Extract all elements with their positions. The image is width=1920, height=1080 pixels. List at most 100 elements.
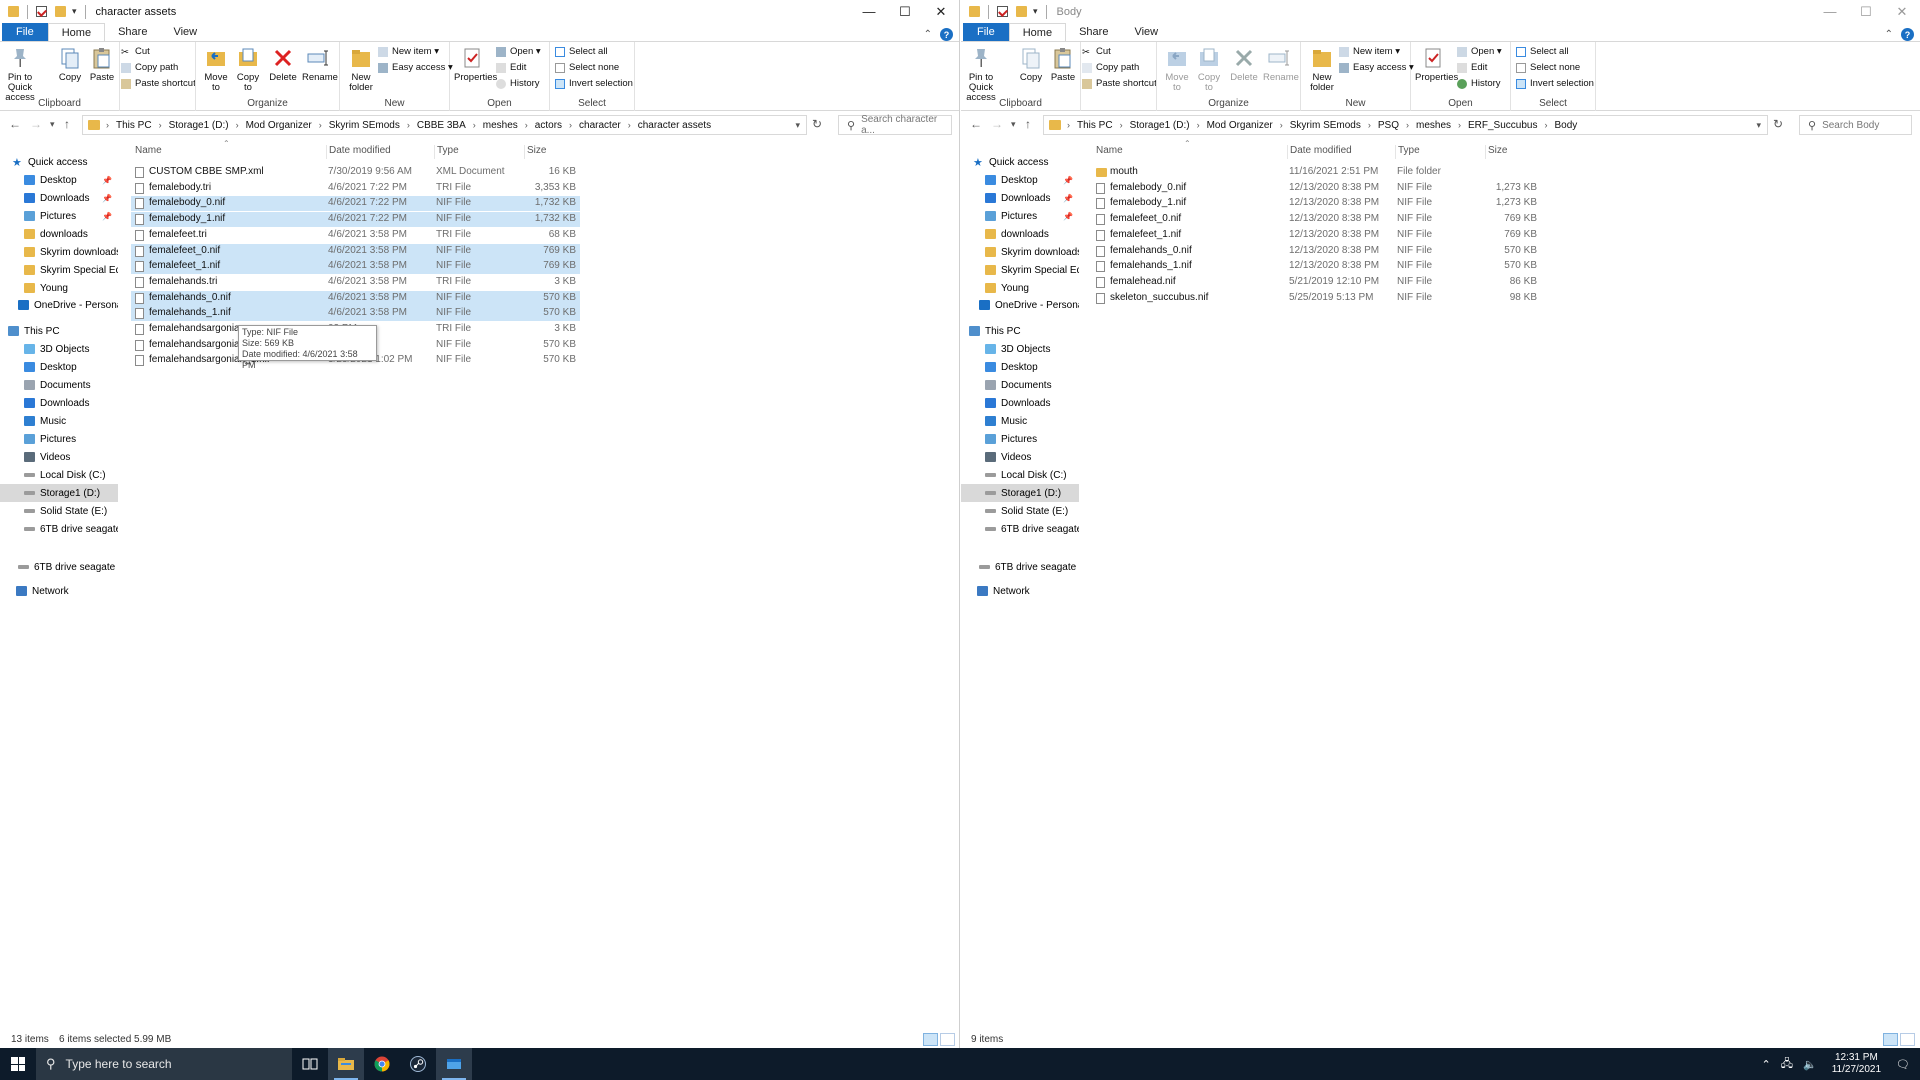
nav-item[interactable]: Downloads 📌	[0, 189, 118, 207]
title-bar[interactable]: ▾ Body — ☐ ✕	[961, 0, 1920, 23]
copy-to-button[interactable]: Copy to	[234, 46, 262, 93]
paste-button[interactable]: Paste	[88, 46, 116, 83]
breadcrumb-item[interactable]: ERF_Succubus	[1468, 120, 1537, 131]
nav-onedrive[interactable]: OneDrive - Personal	[961, 296, 1079, 314]
easy-access-button[interactable]: Easy access ▾	[378, 62, 453, 73]
nav-pc-item[interactable]: Pictures	[961, 430, 1079, 448]
breadcrumb-item[interactable]: Mod Organizer	[246, 120, 312, 131]
breadcrumb-item[interactable]: character assets	[638, 120, 711, 131]
breadcrumb-item[interactable]: PSQ	[1378, 120, 1399, 131]
file-list[interactable]: Name Date modified Type Size ⌃ mouth 11/1…	[1092, 139, 1920, 1025]
file-row[interactable]: femalebody_1.nif 12/13/2020 8:38 PM NIF Fi…	[1092, 196, 1541, 211]
nav-pc-item[interactable]: Desktop	[0, 358, 118, 376]
new-folder-button[interactable]: New folder	[1307, 46, 1337, 93]
collapse-ribbon-icon[interactable]: ⌃	[924, 29, 932, 40]
breadcrumb-item[interactable]: Storage1 (D:)	[1130, 120, 1190, 131]
chevron-up-icon[interactable]: ⌃	[1762, 1058, 1771, 1071]
address-bar[interactable]: › This PC › Storage1 (D:) › Mod Organizer ›…	[82, 115, 807, 135]
nav-drive-y[interactable]: 6TB drive seagate (Y:)	[0, 558, 118, 576]
tab-file[interactable]: File	[2, 23, 48, 41]
nav-this-pc[interactable]: This PC	[0, 322, 118, 340]
file-row[interactable]: skeleton_succubus.nif 5/25/2019 5:13 PM NI…	[1092, 291, 1541, 306]
file-row[interactable]: CUSTOM CBBE SMP.xml 7/30/2019 9:56 AM XML …	[131, 165, 580, 180]
column-type[interactable]: Type	[1395, 145, 1420, 159]
nav-item[interactable]: Pictures 📌	[0, 207, 118, 225]
breadcrumb-item[interactable]: This PC	[116, 120, 152, 131]
breadcrumb-item[interactable]: Body	[1554, 120, 1577, 131]
new-folder-quick-icon[interactable]	[55, 6, 66, 17]
collapse-ribbon-icon[interactable]: ⌃	[1885, 29, 1893, 40]
file-row[interactable]: femalebody.tri 4/6/2021 7:22 PM TRI File 3,…	[131, 181, 580, 196]
nav-pc-item[interactable]: Downloads	[961, 394, 1079, 412]
start-button[interactable]	[0, 1048, 36, 1080]
paste-shortcut-button[interactable]: Paste shortcut	[121, 78, 196, 89]
back-icon[interactable]: ←	[9, 117, 21, 131]
history-button[interactable]: History	[496, 78, 540, 89]
copy-path-button[interactable]: Copy path	[121, 62, 178, 73]
file-row[interactable]: femalehands_1.nif 12/13/2020 8:38 PM NIF F…	[1092, 259, 1541, 274]
taskbar-search-input[interactable]: ⚲ Type here to search	[36, 1048, 292, 1080]
close-button[interactable]: ✕	[923, 0, 959, 23]
file-row[interactable]: femalehands.tri 4/6/2021 3:58 PM TRI File 3…	[131, 275, 580, 290]
paste-button[interactable]: Paste	[1049, 46, 1077, 83]
chevron-down-icon[interactable]: ▾	[795, 120, 800, 131]
minimize-button[interactable]: —	[851, 0, 887, 23]
file-explorer-taskbar-button[interactable]	[328, 1048, 364, 1080]
file-row[interactable]: femalebody_0.nif 12/13/2020 8:38 PM NIF Fi…	[1092, 181, 1541, 196]
cut-button[interactable]: ✂ Cut	[1082, 46, 1111, 58]
properties-quick-icon[interactable]	[997, 6, 1008, 17]
pin-to-quick-access-button[interactable]: Pin to Quick access	[4, 46, 36, 103]
chevron-down-icon[interactable]: ▾	[1756, 120, 1761, 131]
forward-icon[interactable]: →	[30, 117, 42, 131]
paste-shortcut-button[interactable]: Paste shortcut	[1082, 78, 1157, 89]
tab-home[interactable]: Home	[1008, 23, 1067, 41]
search-input[interactable]: ⚲ Search character a...	[838, 114, 952, 136]
navigation-pane[interactable]: ★ Quick access Desktop 📌 Downloads 📌 Pictures 📌…	[961, 150, 1081, 1030]
help-icon[interactable]: ?	[1901, 28, 1914, 41]
navigation-pane[interactable]: ★ Quick access Desktop 📌 Downloads 📌 Pictures 📌…	[0, 150, 120, 1030]
nav-pc-item[interactable]: Solid State (E:)	[0, 502, 118, 520]
cut-button[interactable]: ✂ Cut	[121, 46, 150, 58]
tab-view[interactable]: View	[160, 23, 210, 41]
nav-item[interactable]: Desktop 📌	[961, 171, 1079, 189]
customize-toolbar-icon[interactable]: ▾	[1033, 6, 1038, 17]
breadcrumb-item[interactable]: meshes	[483, 120, 518, 131]
copy-button[interactable]: Copy	[56, 46, 84, 83]
file-row[interactable]: femalefeet_1.nif 12/13/2020 8:38 PM NIF Fi…	[1092, 228, 1541, 243]
nav-pc-item[interactable]: Local Disk (C:)	[0, 466, 118, 484]
select-all-button[interactable]: Select all	[555, 46, 608, 57]
file-row[interactable]: femalefeet_1.nif 4/6/2021 3:58 PM NIF File…	[131, 259, 580, 275]
nav-pc-item[interactable]: Solid State (E:)	[961, 502, 1079, 520]
help-icon[interactable]: ?	[940, 28, 953, 41]
new-folder-quick-icon[interactable]	[1016, 6, 1027, 17]
nav-pc-item[interactable]: Desktop	[961, 358, 1079, 376]
address-bar[interactable]: › This PC › Storage1 (D:) › Mod Organizer ›…	[1043, 115, 1768, 135]
nav-item[interactable]: Young	[961, 279, 1079, 297]
tab-share[interactable]: Share	[105, 23, 160, 41]
title-bar[interactable]: ▾ character assets — ☐ ✕	[0, 0, 959, 23]
nav-item[interactable]: Skyrim Special Editi	[0, 261, 118, 279]
nav-item[interactable]: Young	[0, 279, 118, 297]
back-icon[interactable]: ←	[970, 117, 982, 131]
nav-pc-item[interactable]: 6TB drive seagate (Y:	[0, 520, 118, 538]
tab-share[interactable]: Share	[1066, 23, 1121, 41]
minimize-button[interactable]: —	[1812, 0, 1848, 23]
edit-button[interactable]: Edit	[1457, 62, 1487, 73]
properties-button[interactable]: Properties	[454, 46, 497, 83]
nav-quick-access[interactable]: ★ Quick access	[961, 153, 1079, 171]
notification-icon[interactable]: 🗨	[1896, 1058, 1910, 1071]
delete-button[interactable]: Delete	[1230, 46, 1258, 83]
easy-access-button[interactable]: Easy access ▾	[1339, 62, 1414, 73]
select-none-button[interactable]: Select none	[555, 62, 619, 73]
tab-file[interactable]: File	[963, 23, 1009, 41]
nav-pc-item[interactable]: Music	[0, 412, 118, 430]
breadcrumb-item[interactable]: actors	[535, 120, 562, 131]
file-row[interactable]: femalefeet.tri 4/6/2021 3:58 PM TRI File 68…	[131, 228, 580, 243]
nav-this-pc[interactable]: This PC	[961, 322, 1079, 340]
copy-button[interactable]: Copy	[1017, 46, 1045, 83]
nav-pc-item[interactable]: Videos	[0, 448, 118, 466]
properties-button[interactable]: Properties	[1415, 46, 1458, 83]
file-row[interactable]: femalefeet_0.nif 4/6/2021 3:58 PM NIF File…	[131, 243, 580, 259]
volume-icon[interactable]: 🔈	[1803, 1058, 1817, 1071]
copy-to-button[interactable]: Copy to	[1195, 46, 1223, 93]
